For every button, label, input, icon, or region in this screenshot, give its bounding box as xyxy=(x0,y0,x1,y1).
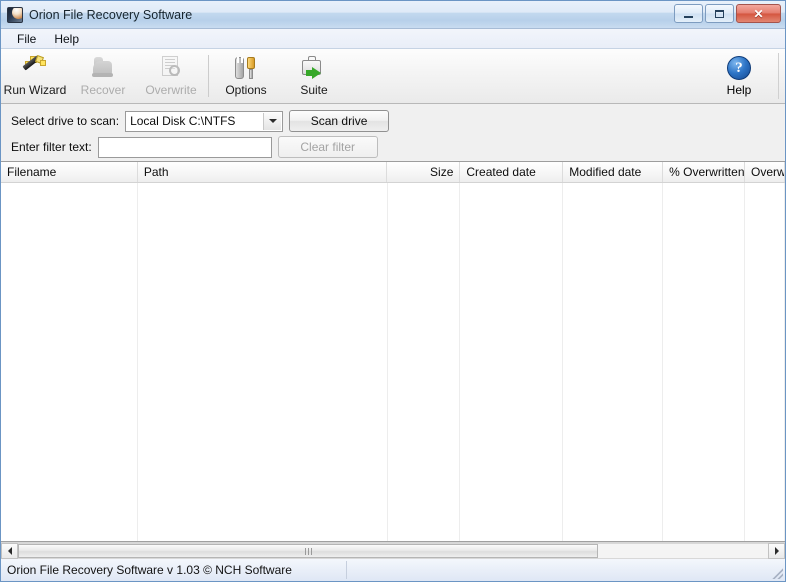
toolbar-button-suite[interactable]: Suite xyxy=(280,49,348,103)
toolbar-button-help[interactable]: ? Help xyxy=(717,49,761,103)
scroll-right-arrow-icon[interactable] xyxy=(768,543,785,559)
column-header-filename[interactable]: Filename xyxy=(1,162,138,182)
toolbar-label-options: Options xyxy=(225,83,267,97)
drive-select-value: Local Disk C:\NTFS xyxy=(130,114,236,128)
filter-label: Enter filter text: xyxy=(11,140,92,154)
maximize-button[interactable] xyxy=(705,4,734,23)
column-header-created-date[interactable]: Created date xyxy=(460,162,564,182)
window-controls: ✕ xyxy=(674,4,781,23)
column-body-filename xyxy=(1,183,138,541)
toolbar-button-run-wizard[interactable]: Run Wizard xyxy=(1,49,69,103)
toolbar-label-overwrite: Overwrite xyxy=(145,83,197,97)
close-button[interactable]: ✕ xyxy=(736,4,781,23)
toolbar-right-separator xyxy=(778,53,779,99)
status-bar: Orion File Recovery Software v 1.03 © NC… xyxy=(1,559,785,581)
filter-input[interactable] xyxy=(97,136,272,158)
column-header-size[interactable]: Size xyxy=(387,162,461,182)
toolbar-label-recover: Recover xyxy=(80,83,126,97)
resize-grip-icon[interactable] xyxy=(771,567,783,579)
toolbar-label-run-wizard: Run Wizard xyxy=(3,83,67,97)
magic-wand-icon xyxy=(22,55,48,81)
orion-app-icon xyxy=(7,6,23,23)
shredded-document-icon xyxy=(158,55,184,81)
column-body-overwritten xyxy=(745,183,785,541)
scrollbar-track[interactable] xyxy=(18,543,768,559)
toolbar-button-recover[interactable]: Recover xyxy=(69,49,137,103)
scroll-left-arrow-icon[interactable] xyxy=(1,543,18,559)
close-icon: ✕ xyxy=(753,6,764,21)
drive-label: Select drive to scan: xyxy=(11,114,120,128)
scrollbar-thumb[interactable] xyxy=(18,544,598,558)
toolbar-button-overwrite[interactable]: Overwrite xyxy=(137,49,205,103)
column-body-created-date xyxy=(460,183,564,541)
toolbar-separator xyxy=(208,55,209,97)
clear-filter-button[interactable]: Clear filter xyxy=(277,136,378,158)
status-text: Orion File Recovery Software v 1.03 © NC… xyxy=(7,563,292,577)
minimize-button[interactable] xyxy=(674,4,703,23)
scan-drive-button[interactable]: Scan drive xyxy=(289,110,390,132)
wrench-screwdriver-icon xyxy=(233,55,259,81)
controls-panel: Select drive to scan: Local Disk C:\NTFS… xyxy=(1,104,785,162)
horizontal-scrollbar[interactable] xyxy=(1,542,785,559)
toolbar-button-options[interactable]: Options xyxy=(212,49,280,103)
help-question-icon: ? xyxy=(727,55,751,80)
file-list: Filename Path Size Created date Modified… xyxy=(1,162,785,542)
toolbar: Run Wizard Recover Overwrite Options Sui… xyxy=(1,49,785,104)
toolbar-label-help: Help xyxy=(726,82,752,97)
minimize-icon xyxy=(684,15,693,18)
application-window: Orion File Recovery Software ✕ File Help… xyxy=(0,0,786,582)
menu-item-help[interactable]: Help xyxy=(46,30,87,48)
title-bar: Orion File Recovery Software ✕ xyxy=(1,1,785,29)
column-header-path[interactable]: Path xyxy=(138,162,388,182)
filter-row: Enter filter text: Clear filter xyxy=(11,136,378,158)
file-list-header: Filename Path Size Created date Modified… xyxy=(1,162,785,183)
column-header-modified-date[interactable]: Modified date xyxy=(563,162,664,182)
status-divider xyxy=(346,561,347,579)
maximize-icon xyxy=(715,9,724,18)
window-title: Orion File Recovery Software xyxy=(29,7,193,22)
scrollbar-grip-icon xyxy=(304,547,312,555)
chevron-down-icon[interactable] xyxy=(263,112,282,130)
column-body-size xyxy=(388,183,461,541)
menu-bar: File Help xyxy=(1,29,785,49)
briefcase-arrow-icon xyxy=(301,55,327,81)
menu-item-file[interactable]: File xyxy=(9,30,44,48)
drive-selection-row: Select drive to scan: Local Disk C:\NTFS… xyxy=(11,110,390,132)
boot-recover-icon xyxy=(90,55,116,81)
file-list-body[interactable] xyxy=(1,183,785,541)
column-body-path xyxy=(138,183,388,541)
column-body-modified-date xyxy=(563,183,664,541)
drive-select[interactable]: Local Disk C:\NTFS xyxy=(125,110,284,132)
column-body-percent-overwritten xyxy=(663,183,746,541)
column-header-overwritten[interactable]: Overw xyxy=(745,162,785,182)
column-header-percent-overwritten[interactable]: % Overwritten xyxy=(663,162,746,182)
toolbar-label-suite: Suite xyxy=(300,83,328,97)
